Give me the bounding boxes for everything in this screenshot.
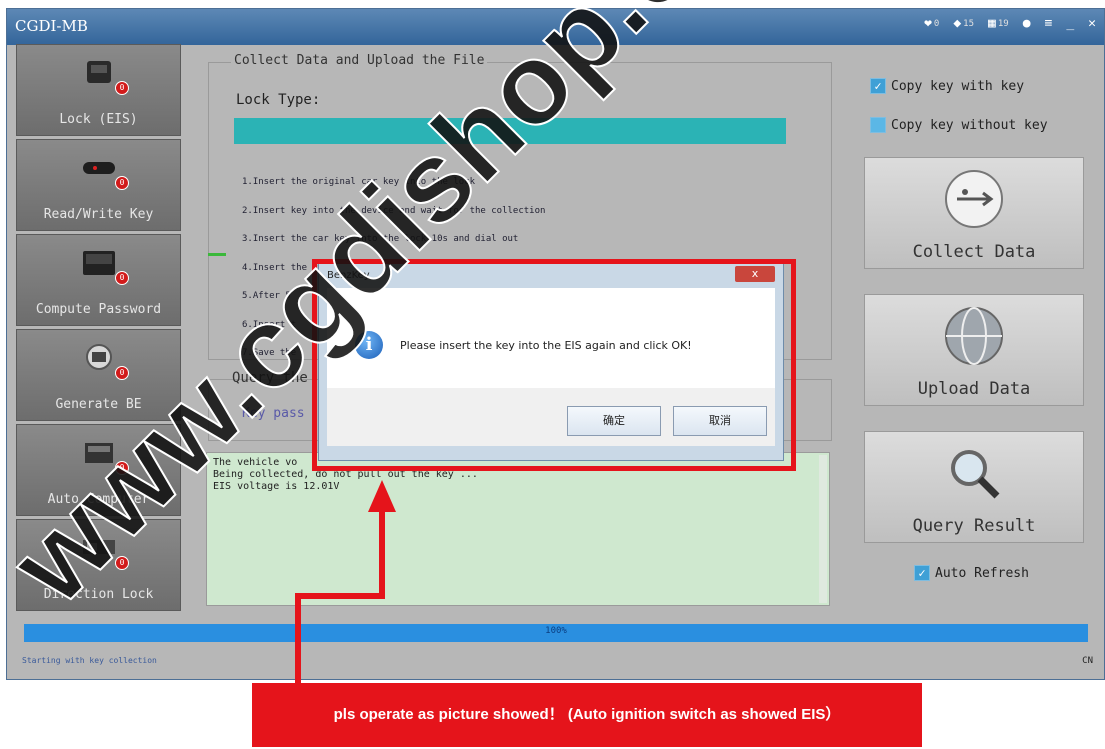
instruction-banner-text: pls operate as picture showed！ (Auto ign… — [333, 706, 841, 723]
pointer-arrow-icon — [295, 480, 396, 683]
instruction-banner: pls operate as picture showed！ (Auto ign… — [252, 683, 922, 747]
